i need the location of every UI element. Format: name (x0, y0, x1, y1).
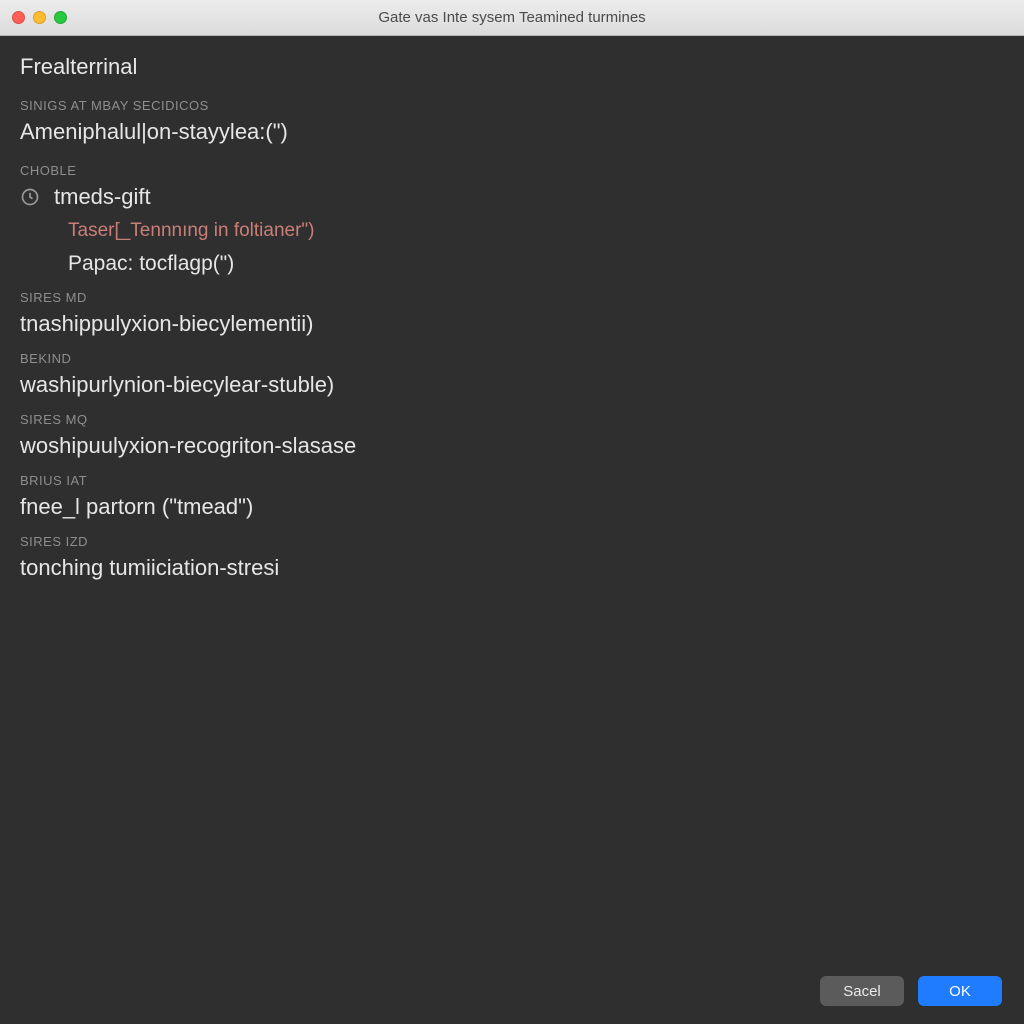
choble-block: tmeds-gift Taser[_Tennnıng in foltianer"… (20, 184, 1004, 276)
list-item-detail: Papac: tocflagp(") (68, 252, 1004, 276)
section-label: BEKIND (20, 351, 1004, 366)
list-item[interactable]: fnee_l partorn ("tmead") (20, 494, 1004, 520)
page-title: Frealterrinal (20, 54, 1004, 80)
list-item[interactable]: Ameniphalul|on-stayylea:(") (20, 119, 1004, 145)
list-item[interactable]: woshipuulyxion-recogriton-slasase (20, 433, 1004, 459)
zoom-icon[interactable] (54, 11, 67, 24)
list-item[interactable]: tonching tumiiciation-stresi (20, 555, 1004, 581)
list-item[interactable]: tmeds-gift (20, 184, 1004, 210)
list-item[interactable]: tnashippulyxion-biecylementii) (20, 311, 1004, 337)
minimize-icon[interactable] (33, 11, 46, 24)
list-item-detail: Taser[_Tennnıng in foltianer") (68, 220, 1004, 242)
section-label: BRIUS IAT (20, 473, 1004, 488)
section-label: CHOBLE (20, 163, 1004, 178)
dialog-footer: Sacel OK (0, 958, 1024, 1024)
section-label: SIRES IZD (20, 534, 1004, 549)
section-label: SINIGS AT MBAY SECIDICOS (20, 98, 1004, 113)
window-title: Gate vas Inte sysem Teamined turmines (0, 9, 1024, 26)
list-item[interactable]: washipurlynion-biecylear-stuble) (20, 372, 1004, 398)
clock-icon (20, 187, 40, 207)
section-label: SIRES MQ (20, 412, 1004, 427)
dialog-content: Frealterrinal SINIGS AT MBAY SECIDICOS A… (0, 36, 1024, 958)
section-label: SIRES MD (20, 290, 1004, 305)
list-item-label: tmeds-gift (54, 184, 151, 210)
cancel-button[interactable]: Sacel (820, 976, 904, 1006)
close-icon[interactable] (12, 11, 25, 24)
ok-button[interactable]: OK (918, 976, 1002, 1006)
window-controls (12, 11, 67, 24)
titlebar: Gate vas Inte sysem Teamined turmines (0, 0, 1024, 36)
